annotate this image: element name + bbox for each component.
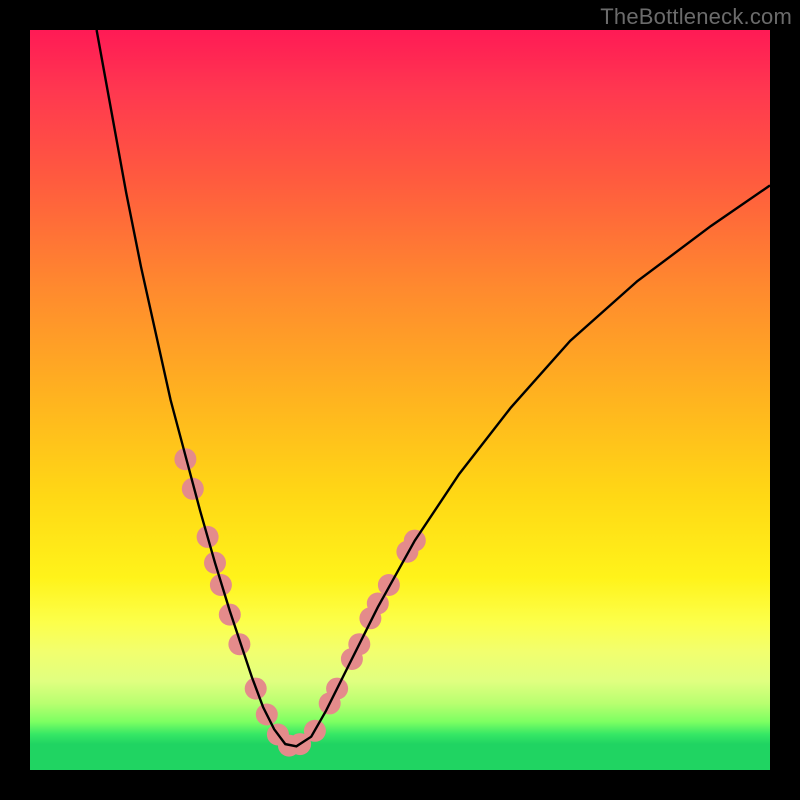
chart-svg [30,30,770,770]
chart-frame: TheBottleneck.com [0,0,800,800]
watermark-text: TheBottleneck.com [600,4,792,30]
marker-group [174,448,425,756]
bottleneck-curve [97,30,770,746]
plot-area [30,30,770,770]
